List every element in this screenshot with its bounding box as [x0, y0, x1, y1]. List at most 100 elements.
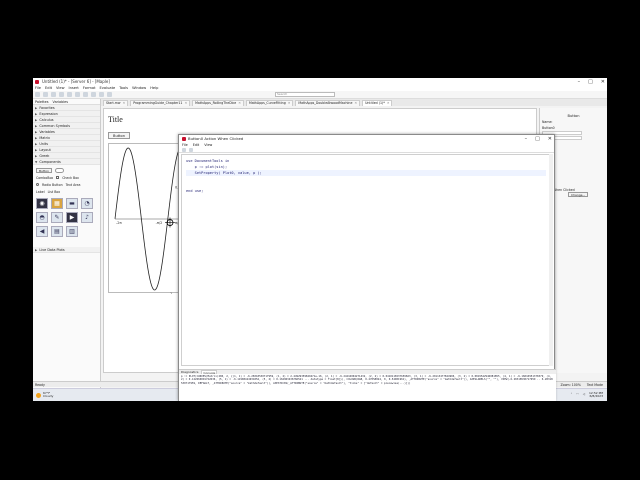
component-meter-icon[interactable]: ◓	[36, 212, 48, 223]
execute-icon[interactable]	[99, 92, 104, 97]
component-image-icon[interactable]: ▦	[51, 198, 63, 209]
menu-edit[interactable]: Edit	[45, 86, 52, 90]
tray-chevron-icon[interactable]: ˄	[571, 392, 573, 396]
component-button[interactable]: Button	[36, 168, 53, 173]
maple-screen: Untitled (1)* - [Server 6] - [Maple] – □…	[33, 78, 607, 401]
radio-icon	[36, 183, 39, 186]
component-label[interactable]: Label	[36, 190, 45, 194]
component-math-container-icon[interactable]: ▥	[66, 226, 78, 237]
dialog-window-controls: – □ ✕	[525, 135, 552, 142]
tab-untitled[interactable]: Untitled (1)* ✕	[362, 100, 393, 106]
save-icon[interactable]	[182, 147, 186, 152]
document-tabs: Start.mw ✕ ProgrammingGuide_Chapter11 ✕ Ma…	[101, 99, 607, 106]
main-titlebar: Untitled (1)* - [Server 6] - [Maple] – □…	[33, 78, 607, 85]
cut-icon[interactable]	[59, 92, 64, 97]
copy-icon[interactable]	[67, 92, 72, 97]
change-action-button[interactable]: Change...	[568, 192, 589, 197]
close-tab-icon[interactable]: ✕	[288, 101, 291, 106]
weather-widget[interactable]: 67°F Cloudy	[33, 391, 53, 399]
menu-view[interactable]: View	[56, 86, 65, 90]
code-line: end use;	[186, 189, 204, 193]
component-plot-icon[interactable]: ◉	[36, 198, 48, 209]
plot-component[interactable]: -2π-π/20.5π/2-1	[108, 143, 182, 296]
mode-readout[interactable]: Text Mode	[587, 383, 603, 387]
properties-header: Button	[567, 114, 580, 118]
close-tab-icon[interactable]: ✕	[354, 101, 357, 106]
palette-section-live-data-plots[interactable]: ▶ Live Data Plots	[33, 247, 100, 253]
component-check-box[interactable]: Check Box	[62, 176, 79, 180]
close-icon[interactable]: ✕	[548, 136, 552, 142]
component-row-radio: Radio Button Text Area	[36, 181, 97, 188]
help-search-input[interactable]: Search	[275, 92, 335, 97]
menu-help[interactable]: Help	[150, 86, 158, 90]
document-title[interactable]: Title	[108, 115, 123, 124]
plot-tick-label: -π/2	[156, 221, 163, 225]
volume-icon[interactable]: ◁	[583, 392, 585, 396]
expand-triangle-icon: ▶	[35, 117, 38, 122]
menu-insert[interactable]: Insert	[69, 86, 79, 90]
expand-triangle-icon: ▶	[35, 141, 38, 146]
console-output[interactable]: p := PLOT(CURVES(Matrix(200, 2, {(1, 1) …	[179, 374, 556, 401]
network-icon[interactable]: ◠	[576, 392, 579, 396]
zoom-readout[interactable]: Zoom: 100%	[560, 383, 580, 387]
checkbox-icon	[56, 176, 60, 179]
code-editor[interactable]: use DocumentTools in p := plot(sin); Set…	[181, 154, 551, 366]
minimize-icon[interactable]: –	[525, 136, 528, 142]
component-microphone-icon[interactable]: ♪	[81, 212, 93, 223]
clock[interactable]: 12:52 PM 6/8/2023	[589, 391, 603, 399]
menu-window[interactable]: Window	[132, 86, 146, 90]
tab-programming-guide[interactable]: ProgrammingGuide_Chapter11 ✕	[130, 100, 191, 106]
component-rotary-icon[interactable]: ✎	[51, 212, 63, 223]
dialog-menu-file[interactable]: File	[182, 143, 188, 147]
close-tab-icon[interactable]: ✕	[184, 101, 187, 106]
tab-start[interactable]: Start.mw ✕	[103, 100, 129, 106]
redo-icon[interactable]	[91, 92, 96, 97]
component-toggle-button[interactable]	[55, 168, 65, 173]
menu-evaluate[interactable]: Evaluate	[100, 86, 116, 90]
undo-icon[interactable]	[83, 92, 88, 97]
maximize-icon[interactable]: □	[535, 136, 540, 142]
component-video-icon[interactable]: ▶	[66, 212, 78, 223]
document-button[interactable]: Button	[108, 132, 131, 139]
tab-variables[interactable]: Variables	[53, 100, 69, 104]
main-window-title: Untitled (1)* - [Server 6] - [Maple]	[42, 79, 110, 84]
stop-icon[interactable]	[107, 92, 112, 97]
component-dial-icon[interactable]: ◔	[81, 198, 93, 209]
button-action-dialog: Button0 Action When Clicked – □ ✕ File E…	[178, 134, 556, 401]
dialog-menu-view[interactable]: View	[204, 143, 212, 147]
tab-palettes[interactable]: Palettes	[35, 100, 49, 104]
menu-tools[interactable]: Tools	[119, 86, 128, 90]
component-list-box[interactable]: List Box	[48, 190, 61, 194]
component-data-table-icon[interactable]: ▤	[51, 226, 63, 237]
close-tab-icon[interactable]: ✕	[238, 101, 241, 106]
tab-curve-fitting[interactable]: MathApps_CurveFitting ✕	[245, 100, 294, 106]
dialog-menu-edit[interactable]: Edit	[193, 143, 200, 147]
component-combo-box[interactable]: ComboBox	[36, 176, 53, 180]
close-tab-icon[interactable]: ✕	[387, 101, 390, 106]
properties-name-value[interactable]: Button0	[540, 126, 607, 130]
new-document-icon[interactable]	[35, 92, 40, 97]
dialog-titlebar: Button0 Action When Clicked – □ ✕	[179, 135, 554, 142]
close-icon[interactable]: ✕	[601, 79, 605, 85]
component-text-area[interactable]: Text Area	[66, 183, 81, 187]
save-icon[interactable]	[51, 92, 56, 97]
tab-rolling-dice[interactable]: MathApps_RollingTheDice ✕	[192, 100, 244, 106]
component-slider-icon[interactable]: ▬	[66, 198, 78, 209]
editor-scrollbar[interactable]	[549, 154, 553, 366]
menu-file[interactable]: File	[35, 86, 41, 90]
system-tray[interactable]: ˄ ◠ ◁ 12:52 PM 6/8/2023	[571, 391, 607, 399]
paste-icon[interactable]	[75, 92, 80, 97]
component-speaker-icon[interactable]: ◀	[36, 226, 48, 237]
search-icon[interactable]	[189, 147, 193, 152]
menu-format[interactable]: Format	[83, 86, 96, 90]
collapse-triangle-icon: ▼	[35, 159, 38, 164]
maximize-icon[interactable]: □	[588, 79, 593, 85]
close-tab-icon[interactable]: ✕	[123, 101, 126, 106]
component-radio-button[interactable]: Radio Button	[42, 183, 63, 187]
minimize-icon[interactable]: –	[578, 79, 581, 85]
tab-atwood-machine[interactable]: MathApps_DoubleAtwoodMachine ✕	[295, 100, 361, 106]
open-icon[interactable]	[43, 92, 48, 97]
expand-triangle-icon: ▶	[35, 105, 38, 110]
expand-triangle-icon: ▶	[35, 123, 38, 128]
palette-sidebar: Palettes Variables ▶ Favorites ▶ Expressio…	[33, 99, 101, 389]
